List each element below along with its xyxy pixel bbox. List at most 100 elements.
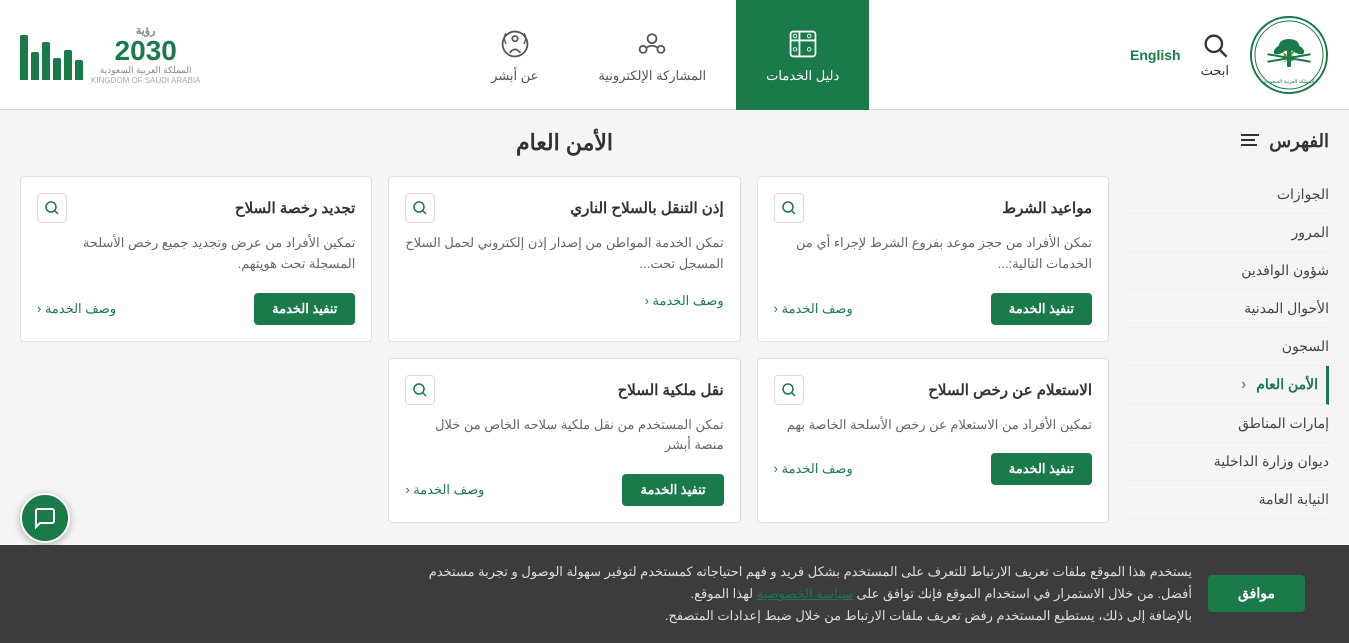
card-title-5: نقل ملكية السلاح	[618, 381, 724, 399]
bar-2	[64, 50, 72, 80]
bar-1	[75, 60, 83, 80]
cookie-content: موافق يستخدم هذا الموقع ملفات تعريف الار…	[24, 561, 1325, 627]
tab-services-guide[interactable]: دليل الخدمات	[736, 0, 869, 110]
card-title-2: إذن التنقل بالسلاح الناري	[570, 199, 723, 217]
electronic-participation-icon	[634, 26, 670, 62]
sidebar-title: الفهرس	[1129, 130, 1329, 160]
content-area: الأمن العام مواعيد الشرط تمكن الأفراد من…	[20, 130, 1109, 523]
tab-services-guide-label: دليل الخدمات	[766, 68, 839, 84]
cookie-line1: يستخدم هذا الموقع ملفات تعريف الارتباط ل…	[24, 561, 1192, 583]
card-search-icon-2[interactable]	[405, 193, 435, 223]
services-grid: مواعيد الشرط تمكن الأفراد من حجز موعد بف…	[20, 176, 1109, 523]
card-desc-3: تمكين الأفراد من عرض وتجديد جميع رخص الأ…	[37, 233, 355, 275]
header-right: 🌿 المملكة العربية السعودية	[1130, 15, 1329, 95]
chat-icon	[33, 506, 57, 530]
execute-btn-3[interactable]: تنفيذ الخدمة	[254, 293, 355, 325]
privacy-policy-link[interactable]: سياسة الخصوصية	[757, 586, 853, 601]
cookie-line2: أفضل. من خلال الاستمرار في استخدام الموق…	[24, 583, 1192, 605]
execute-btn-5[interactable]: تنفيذ الخدمة	[622, 474, 723, 506]
cookie-line4: بالإضافة إلى ذلك، يستطيع المستخدم رفض تع…	[24, 605, 1192, 627]
desc-btn-2[interactable]: وصف الخدمة ‹	[645, 293, 724, 309]
cookie-accept-button[interactable]: موافق	[1208, 575, 1305, 612]
vision-text: رؤية 2030 المملكة العربية السعودية KINGD…	[91, 24, 200, 85]
sidebar-item-prisons[interactable]: السجون	[1129, 328, 1329, 366]
collapse-icon: ‹	[1241, 376, 1246, 393]
card-header-5: نقل ملكية السلاح	[405, 375, 723, 405]
sidebar-item-traffic[interactable]: المرور	[1129, 214, 1329, 252]
svg-text:المملكة العربية السعودية: المملكة العربية السعودية	[1264, 79, 1315, 85]
saudi-logo: 🌿 المملكة العربية السعودية	[1249, 15, 1329, 95]
sidebar-item-emirates[interactable]: إمارات المناطق	[1129, 405, 1329, 443]
desc-btn-1[interactable]: وصف الخدمة ‹	[774, 301, 853, 317]
card-title-1: مواعيد الشرط	[1002, 199, 1092, 217]
card-firearm-permit: إذن التنقل بالسلاح الناري تمكن الخدمة ال…	[388, 176, 740, 342]
sidebar-item-interior-ministry[interactable]: ديوان وزارة الداخلية	[1129, 443, 1329, 481]
card-title-3: تجديد رخصة السلاح	[235, 199, 355, 217]
card-actions-1: تنفيذ الخدمة وصف الخدمة ‹	[774, 293, 1092, 325]
search-icon-4	[781, 382, 797, 398]
search-icon-3	[44, 200, 60, 216]
card-search-icon-1[interactable]	[774, 193, 804, 223]
vision-country: KINGDOM OF SAUDI ARABIA	[91, 76, 200, 85]
section-title: الأمن العام	[20, 130, 1109, 156]
header: 🌿 المملكة العربية السعودية	[0, 0, 1349, 110]
card-weapon-inquiry: الاستعلام عن رخص السلاح تمكين الأفراد من…	[757, 358, 1109, 524]
bar-4	[42, 42, 50, 80]
search-icon-5	[412, 382, 428, 398]
vision-subtitle: المملكة العربية السعودية	[91, 65, 200, 76]
bar-3	[53, 58, 61, 80]
card-actions-5: تنفيذ الخدمة وصف الخدمة ‹	[405, 474, 723, 506]
card-title-4: الاستعلام عن رخص السلاح	[928, 381, 1092, 399]
execute-btn-4[interactable]: تنفيذ الخدمة	[991, 453, 1092, 485]
desc-btn-4[interactable]: وصف الخدمة ‹	[774, 461, 853, 477]
tab-about-absher[interactable]: عن أبشر	[461, 0, 568, 110]
card-transfer-weapon: نقل ملكية السلاح تمكن المستخدم من نقل مل…	[388, 358, 740, 524]
execute-btn-1[interactable]: تنفيذ الخدمة	[991, 293, 1092, 325]
about-absher-icon	[497, 26, 533, 62]
bar-5	[31, 52, 39, 80]
card-actions-4: تنفيذ الخدمة وصف الخدمة ‹	[774, 453, 1092, 485]
sidebar-item-public-security[interactable]: الأمن العام ‹	[1129, 366, 1329, 405]
sidebar-list: الجوازات المرور شؤون الوافدين الأحوال ال…	[1129, 176, 1329, 519]
card-desc-1: تمكن الأفراد من حجز موعد بفروع الشرط لإج…	[774, 233, 1092, 275]
sidebar: الفهرس الجوازات المرور شؤون الوافدين الأ…	[1129, 130, 1329, 523]
card-desc-2: تمكن الخدمة المواطن من إصدار إذن إلكترون…	[405, 233, 723, 275]
card-actions-2: وصف الخدمة ‹	[405, 293, 723, 309]
card-search-icon-5[interactable]	[405, 375, 435, 405]
card-actions-3: تنفيذ الخدمة وصف الخدمة ‹	[37, 293, 355, 325]
search-icon-1	[781, 200, 797, 216]
vision-2030-logo: رؤية 2030 المملكة العربية السعودية KINGD…	[20, 24, 200, 85]
tab-electronic-participation[interactable]: المشاركة الإلكترونية	[568, 0, 736, 110]
index-icon	[1239, 130, 1261, 152]
search-icon-2	[412, 200, 428, 216]
services-guide-icon	[785, 26, 821, 62]
sidebar-item-expats[interactable]: شؤون الوافدين	[1129, 252, 1329, 290]
desc-btn-3[interactable]: وصف الخدمة ‹	[37, 301, 116, 317]
chat-button[interactable]	[20, 493, 70, 543]
main-nav: دليل الخدمات المشاركة الإلكترونية	[461, 0, 869, 110]
sidebar-item-general-secretariat[interactable]: النيابة العامة	[1129, 481, 1329, 519]
sidebar-item-civil-affairs[interactable]: الأحوال المدنية	[1129, 290, 1329, 328]
card-header-4: الاستعلام عن رخص السلاح	[774, 375, 1092, 405]
search-button[interactable]: ابحث	[1201, 31, 1229, 79]
desc-btn-5[interactable]: وصف الخدمة ‹	[405, 482, 484, 498]
cookie-banner: موافق يستخدم هذا الموقع ملفات تعريف الار…	[0, 545, 1349, 643]
vision-year: 2030	[91, 37, 200, 65]
card-header-1: مواعيد الشرط	[774, 193, 1092, 223]
cookie-text: يستخدم هذا الموقع ملفات تعريف الارتباط ل…	[24, 561, 1192, 627]
card-renew-weapon: تجديد رخصة السلاح تمكين الأفراد من عرض و…	[20, 176, 372, 342]
bar-6	[20, 35, 28, 80]
tab-participation-label: المشاركة الإلكترونية	[598, 68, 706, 84]
card-search-icon-3[interactable]	[37, 193, 67, 223]
card-search-icon-4[interactable]	[774, 375, 804, 405]
card-desc-5: تمكن المستخدم من نقل ملكية سلاحه الخاص م…	[405, 415, 723, 457]
language-link[interactable]: English	[1130, 47, 1181, 63]
main-content: الفهرس الجوازات المرور شؤون الوافدين الأ…	[0, 110, 1349, 543]
search-label: ابحث	[1201, 63, 1229, 79]
sidebar-item-passports[interactable]: الجوازات	[1129, 176, 1329, 214]
card-header-3: تجديد رخصة السلاح	[37, 193, 355, 223]
tab-about-label: عن أبشر	[491, 68, 538, 84]
card-police-appointments: مواعيد الشرط تمكن الأفراد من حجز موعد بف…	[757, 176, 1109, 342]
card-desc-4: تمكين الأفراد من الاستعلام عن رخص الأسلح…	[774, 415, 1092, 436]
vision-bars-chart	[20, 30, 83, 80]
